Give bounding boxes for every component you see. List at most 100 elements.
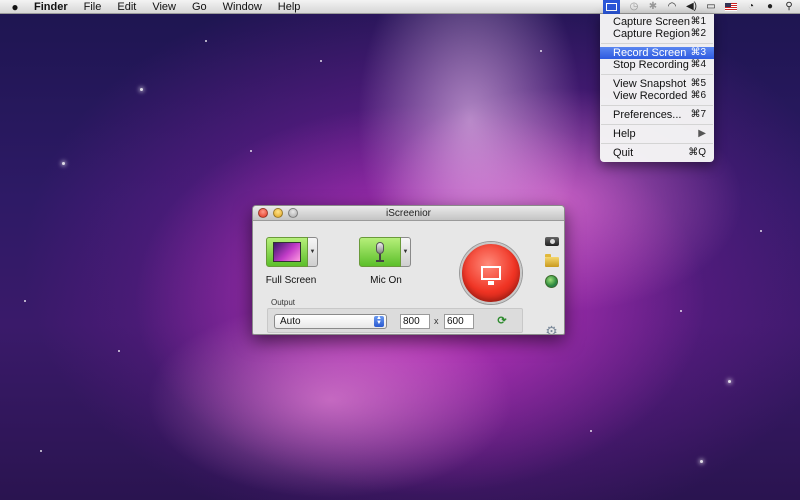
menu-item-quit[interactable]: Quit ⌘Q bbox=[600, 147, 714, 159]
star bbox=[250, 150, 252, 152]
full-screen-label: Full Screen bbox=[265, 275, 317, 286]
output-label: Output bbox=[271, 298, 296, 307]
share-button[interactable] bbox=[544, 275, 559, 288]
menu-item-label: View Recorded bbox=[613, 90, 688, 102]
mic-label: Mic On bbox=[370, 275, 402, 286]
menu-finder[interactable]: Finder bbox=[26, 0, 76, 14]
window-titlebar[interactable]: iScreenior bbox=[253, 206, 564, 221]
menu-item-label: Preferences... bbox=[613, 109, 682, 121]
volume-icon[interactable]: ◀) bbox=[686, 0, 697, 14]
shortcut-label: ⌘5 bbox=[690, 78, 706, 89]
gear-icon: ⚙ bbox=[545, 323, 558, 335]
star bbox=[700, 460, 703, 463]
output-select-value: Auto bbox=[280, 316, 301, 327]
menu-item-label: View Snapshot bbox=[613, 78, 687, 90]
microphone-icon bbox=[375, 242, 385, 262]
menu-bar: ● Finder File Edit View Go Window Help ◷… bbox=[0, 0, 800, 14]
battery-icon[interactable]: ▭ bbox=[706, 0, 716, 14]
full-screen-mode-button[interactable] bbox=[266, 237, 308, 267]
menu-item-view-recorded[interactable]: View Recorded ⌘6 bbox=[600, 90, 714, 102]
record-button[interactable] bbox=[460, 242, 522, 304]
menu-item-label: Capture Region bbox=[613, 28, 691, 40]
menu-item-label: Record Screen bbox=[613, 47, 687, 59]
swap-dimensions-icon[interactable]: ⟳ bbox=[496, 315, 508, 327]
star bbox=[680, 310, 682, 312]
star bbox=[320, 60, 322, 62]
menu-separator bbox=[601, 43, 713, 44]
iscreenior-window: iScreenior ▼ Full Screen ▼ Mic On ⚙ Outp… bbox=[252, 205, 565, 335]
camera-icon bbox=[544, 237, 559, 246]
menu-window[interactable]: Window bbox=[215, 0, 270, 14]
shortcut-label: ⌘3 bbox=[690, 47, 706, 58]
mic-button[interactable]: ▼ bbox=[359, 237, 411, 267]
open-folder-button[interactable] bbox=[544, 253, 559, 268]
menu-item-view-snapshot[interactable]: View Snapshot ⌘5 bbox=[600, 78, 714, 90]
menu-item-preferences[interactable]: Preferences... ⌘7 bbox=[600, 109, 714, 121]
apple-menu-icon[interactable]: ● bbox=[4, 0, 26, 14]
mic-dropdown-arrow-icon[interactable]: ▼ bbox=[401, 237, 411, 267]
output-select[interactable]: Auto ▲ ▼ bbox=[274, 314, 387, 329]
menu-item-capture-screen[interactable]: Capture Screen ⌘1 bbox=[600, 16, 714, 28]
menu-item-label: Stop Recording bbox=[613, 59, 689, 71]
time-machine-icon[interactable]: ◷ bbox=[629, 0, 639, 14]
spotlight-icon[interactable]: ⚲ bbox=[784, 0, 794, 14]
height-input[interactable]: 600 bbox=[444, 314, 474, 329]
star bbox=[118, 350, 120, 352]
width-input[interactable]: 800 bbox=[400, 314, 430, 329]
star bbox=[140, 88, 143, 91]
status-area: ◷ ✱ ◠ ◀) ▭ ◔ ● ⚲ bbox=[602, 0, 794, 14]
menu-separator bbox=[601, 124, 713, 125]
star bbox=[62, 162, 65, 165]
star bbox=[728, 380, 731, 383]
bluetooth-icon[interactable]: ✱ bbox=[648, 0, 658, 14]
menu-item-stop-recording[interactable]: Stop Recording ⌘4 bbox=[600, 59, 714, 71]
menu-item-record-screen[interactable]: Record Screen ⌘3 bbox=[600, 47, 714, 59]
shortcut-label: ⌘1 bbox=[690, 16, 706, 27]
menu-help[interactable]: Help bbox=[270, 0, 309, 14]
stepper-arrows-icon: ▲ ▼ bbox=[374, 315, 384, 327]
monitor-icon bbox=[481, 266, 501, 285]
star bbox=[24, 300, 26, 302]
clock-icon[interactable]: ◔ bbox=[746, 0, 756, 14]
window-title: iScreenior bbox=[385, 208, 432, 219]
zoom-button[interactable] bbox=[288, 208, 298, 218]
shortcut-label: ⌘2 bbox=[690, 28, 706, 39]
submenu-arrow-icon: ▶ bbox=[698, 128, 706, 139]
full-screen-button[interactable]: ▼ bbox=[266, 237, 318, 267]
wifi-icon[interactable]: ◠ bbox=[667, 0, 677, 14]
menu-item-help[interactable]: Help ▶ bbox=[600, 128, 714, 140]
shortcut-label: ⌘Q bbox=[688, 147, 706, 158]
star bbox=[540, 50, 542, 52]
menu-go[interactable]: Go bbox=[184, 0, 215, 14]
menu-item-capture-region[interactable]: Capture Region ⌘2 bbox=[600, 28, 714, 40]
full-screen-dropdown-arrow-icon[interactable]: ▼ bbox=[308, 237, 318, 267]
screen-recorder-menu: Capture Screen ⌘1 Capture Region ⌘2 Reco… bbox=[600, 14, 714, 162]
star bbox=[760, 230, 762, 232]
settings-button[interactable]: ⚙ bbox=[544, 323, 559, 335]
folder-icon bbox=[544, 253, 559, 267]
star bbox=[205, 40, 207, 42]
menu-file[interactable]: File bbox=[76, 0, 110, 14]
globe-icon bbox=[545, 275, 558, 288]
close-button[interactable] bbox=[258, 208, 268, 218]
screen-recorder-icon[interactable] bbox=[602, 0, 620, 14]
menu-item-label: Capture Screen bbox=[613, 16, 691, 28]
shortcut-label: ⌘6 bbox=[690, 90, 706, 101]
star bbox=[40, 450, 42, 452]
menu-edit[interactable]: Edit bbox=[109, 0, 144, 14]
minimize-button[interactable] bbox=[273, 208, 283, 218]
snapshot-button[interactable] bbox=[544, 235, 559, 248]
menu-separator bbox=[601, 74, 713, 75]
menu-separator bbox=[601, 105, 713, 106]
user-icon[interactable]: ● bbox=[765, 0, 775, 14]
window-body: ▼ Full Screen ▼ Mic On ⚙ Output Auto ▲ ▼… bbox=[253, 221, 564, 335]
dimension-separator: x bbox=[434, 316, 439, 326]
shortcut-label: ⌘7 bbox=[690, 109, 706, 120]
menu-item-label: Quit bbox=[613, 147, 634, 159]
output-panel: Auto ▲ ▼ 800 x 600 ⟳ bbox=[267, 308, 523, 333]
star bbox=[590, 430, 592, 432]
full-screen-icon bbox=[273, 242, 301, 262]
mic-toggle-button[interactable] bbox=[359, 237, 401, 267]
menu-view[interactable]: View bbox=[144, 0, 184, 14]
flag-icon[interactable] bbox=[725, 3, 737, 11]
